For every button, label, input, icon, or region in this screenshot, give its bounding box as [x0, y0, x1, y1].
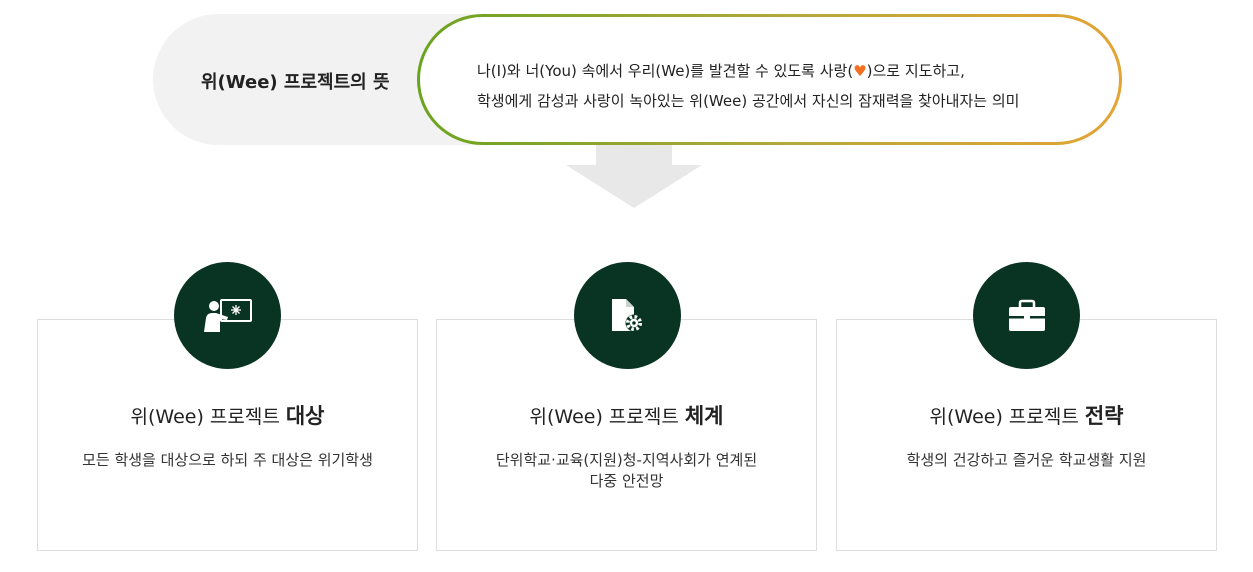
card-strategy-description: 학생의 건강하고 즐거운 학교생활 지원 — [857, 450, 1196, 471]
card-strategy-title: 위(Wee) 프로젝트 전략 — [837, 400, 1216, 430]
card-target-title-prefix: 위(Wee) 프로젝트 — [130, 406, 286, 428]
card-target-title: 위(Wee) 프로젝트 대상 — [38, 400, 417, 430]
meaning-title: 위(Wee) 프로젝트의 뜻 — [201, 72, 390, 93]
card-target-desc-line-1: 모든 학생을 대상으로 하되 주 대상은 위기학생 — [82, 451, 373, 469]
teacher-board-icon — [203, 298, 252, 332]
card-system-description: 단위학교·교육(지원)청-지역사회가 연계된 다중 안전망 — [457, 450, 796, 492]
down-arrow-icon — [566, 145, 702, 208]
card-strategy-desc-line-1: 학생의 건강하고 즐거운 학교생활 지원 — [906, 451, 1147, 469]
card-strategy-title-emphasis: 전략 — [1084, 404, 1124, 428]
card-strategy-icon-circle — [973, 262, 1080, 369]
heart-icon: ♥ — [853, 62, 867, 80]
meaning-line-1: 나(I)와 너(You) 속에서 우리(We)를 발견할 수 있도록 사랑(♥)… — [477, 60, 965, 81]
project-meaning-section: 위(Wee) 프로젝트의 뜻 나(I)와 너(You) 속에서 우리(We)를 … — [153, 14, 1122, 145]
card-system-title-emphasis: 체계 — [684, 404, 724, 428]
card-strategy-title-prefix: 위(Wee) 프로젝트 — [929, 406, 1085, 428]
card-system-desc-line-2: 다중 안전망 — [589, 472, 664, 490]
card-system-icon-circle — [574, 262, 681, 369]
card-system-desc-line-1: 단위학교·교육(지원)청-지역사회가 연계된 — [495, 451, 758, 469]
meaning-line-1-before: 나(I)와 너(You) 속에서 우리(We)를 발견할 수 있도록 사랑( — [477, 62, 854, 80]
meaning-description-pill: 나(I)와 너(You) 속에서 우리(We)를 발견할 수 있도록 사랑(♥)… — [417, 14, 1122, 145]
meaning-line-1-after: )으로 지도하고, — [866, 62, 965, 80]
briefcase-icon — [1008, 299, 1045, 331]
meaning-line-2: 학생에게 감성과 사랑이 녹아있는 위(Wee) 공간에서 자신의 잠재력을 찾… — [477, 92, 1020, 110]
card-target-icon-circle — [174, 262, 281, 369]
meaning-description-inner: 나(I)와 너(You) 속에서 우리(We)를 발견할 수 있도록 사랑(♥)… — [420, 17, 1119, 142]
card-target-description: 모든 학생을 대상으로 하되 주 대상은 위기학생 — [58, 450, 397, 471]
card-system-title: 위(Wee) 프로젝트 체계 — [437, 400, 816, 430]
card-target-title-emphasis: 대상 — [285, 404, 325, 428]
card-system-title-prefix: 위(Wee) 프로젝트 — [529, 406, 685, 428]
document-gear-icon — [611, 298, 642, 331]
